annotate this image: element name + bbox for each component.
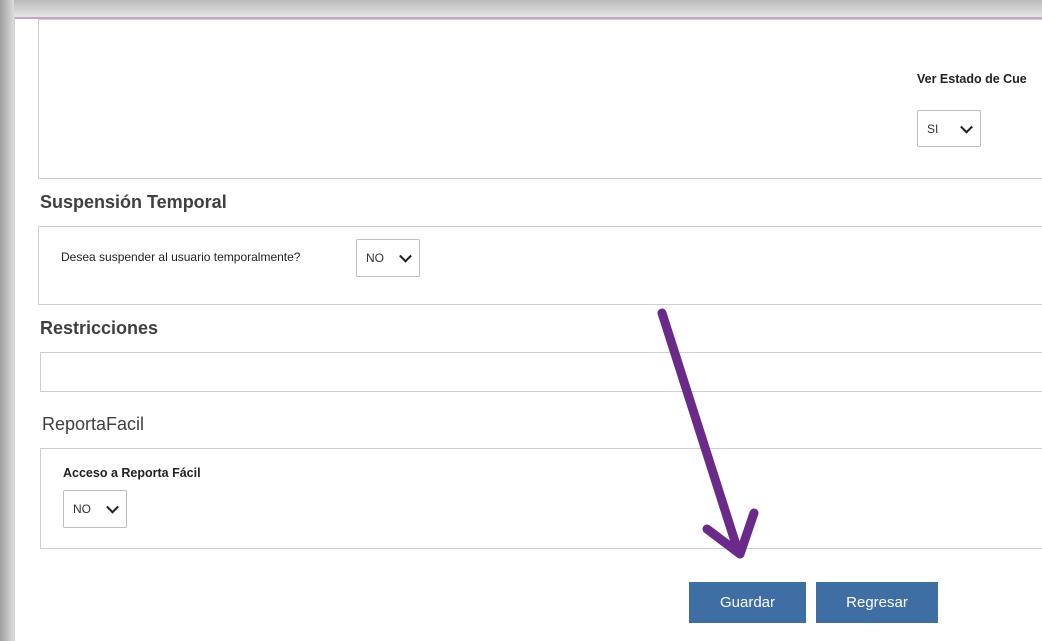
arrow-annotation-icon [657,308,759,559]
